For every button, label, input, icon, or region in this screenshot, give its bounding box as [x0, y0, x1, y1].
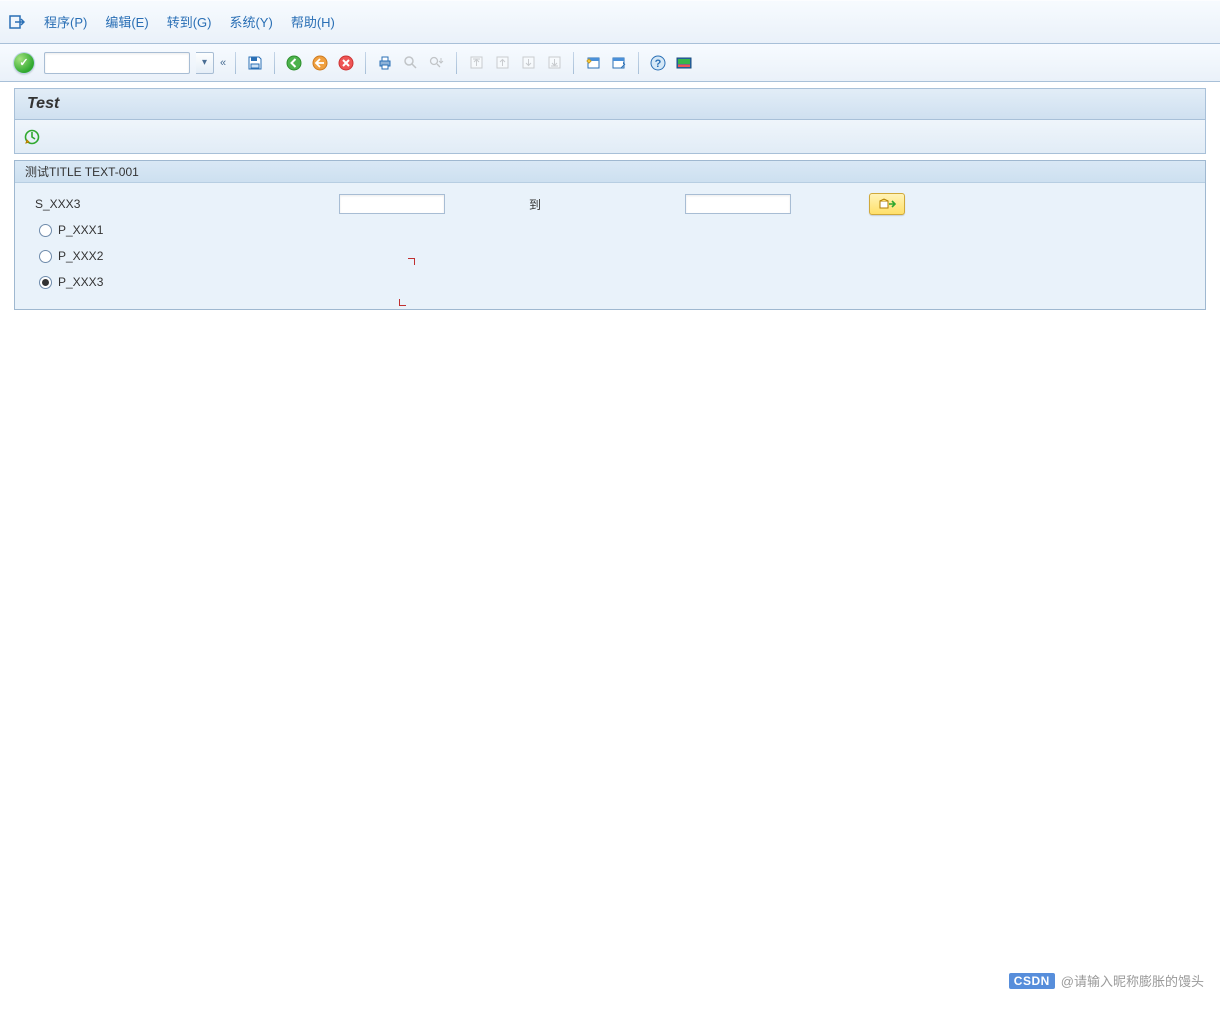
cancel-icon[interactable]: [336, 53, 356, 73]
watermark: CSDN @请输入昵称膨胀的馒头: [1009, 971, 1204, 990]
s-field-high-input[interactable]: [685, 194, 791, 214]
to-label: 到: [445, 196, 685, 213]
command-dropdown[interactable]: [196, 52, 214, 74]
back-icon[interactable]: [284, 53, 304, 73]
radio-label: P_XXX3: [58, 275, 103, 289]
menu-bar: 程序(P) 编辑(E) 转到(G) 系统(Y) 帮助(H): [0, 0, 1220, 44]
menu-edit[interactable]: 编辑(E): [105, 12, 148, 31]
standard-toolbar: « ?: [0, 44, 1220, 82]
select-option-row: S_XXX3 到: [25, 191, 1195, 217]
toolbar-separator: [573, 52, 574, 74]
s-field-low-input[interactable]: [339, 194, 445, 214]
command-field[interactable]: [44, 52, 190, 74]
prev-page-icon: [492, 53, 512, 73]
radio-P_XXX2[interactable]: [39, 250, 52, 263]
collapse-toolbar-icon[interactable]: «: [220, 57, 226, 69]
create-shortcut-icon[interactable]: [609, 53, 629, 73]
layout-icon[interactable]: [674, 53, 694, 73]
toolbar-separator: [274, 52, 275, 74]
cursor-focus-indicator: [399, 270, 415, 294]
toolbar-separator: [235, 52, 236, 74]
last-page-icon: [544, 53, 564, 73]
menu-program[interactable]: 程序(P): [44, 12, 87, 31]
print-icon[interactable]: [375, 53, 395, 73]
radio-label: P_XXX2: [58, 249, 103, 263]
find-next-icon: [427, 53, 447, 73]
new-session-icon[interactable]: [583, 53, 603, 73]
menu-goto[interactable]: 转到(G): [167, 12, 212, 31]
toolbar-separator: [456, 52, 457, 74]
selection-frame: 测试TITLE TEXT-001 S_XXX3 到 P_XXX1 P_XXX2 P_…: [14, 160, 1206, 310]
menu-system[interactable]: 系统(Y): [229, 12, 272, 31]
help-icon[interactable]: ?: [648, 53, 668, 73]
first-page-icon: [466, 53, 486, 73]
watermark-logo: CSDN: [1009, 973, 1055, 989]
next-page-icon: [518, 53, 538, 73]
selection-frame-title: 测试TITLE TEXT-001: [15, 161, 1205, 183]
radio-label: P_XXX1: [58, 223, 103, 237]
radio-row-P_XXX3: P_XXX3: [25, 269, 1195, 295]
menu-help[interactable]: 帮助(H): [291, 12, 335, 31]
menu-exit-icon[interactable]: [8, 13, 26, 31]
radio-row-P_XXX2: P_XXX2: [25, 243, 1195, 269]
enter-button[interactable]: [14, 53, 34, 73]
radio-row-P_XXX1: P_XXX1: [25, 217, 1195, 243]
watermark-text: @请输入昵称膨胀的馒头: [1061, 971, 1204, 990]
save-icon[interactable]: [245, 53, 265, 73]
application-toolbar: [14, 120, 1206, 154]
page-title: Test: [14, 88, 1206, 120]
radio-P_XXX3[interactable]: [39, 276, 52, 289]
multiple-selection-button[interactable]: [869, 193, 905, 215]
radio-P_XXX1[interactable]: [39, 224, 52, 237]
svg-text:?: ?: [655, 58, 662, 70]
toolbar-separator: [365, 52, 366, 74]
execute-icon[interactable]: [23, 128, 41, 146]
toolbar-separator: [638, 52, 639, 74]
exit-icon[interactable]: [310, 53, 330, 73]
s-field-label: S_XXX3: [25, 197, 339, 211]
find-icon: [401, 53, 421, 73]
